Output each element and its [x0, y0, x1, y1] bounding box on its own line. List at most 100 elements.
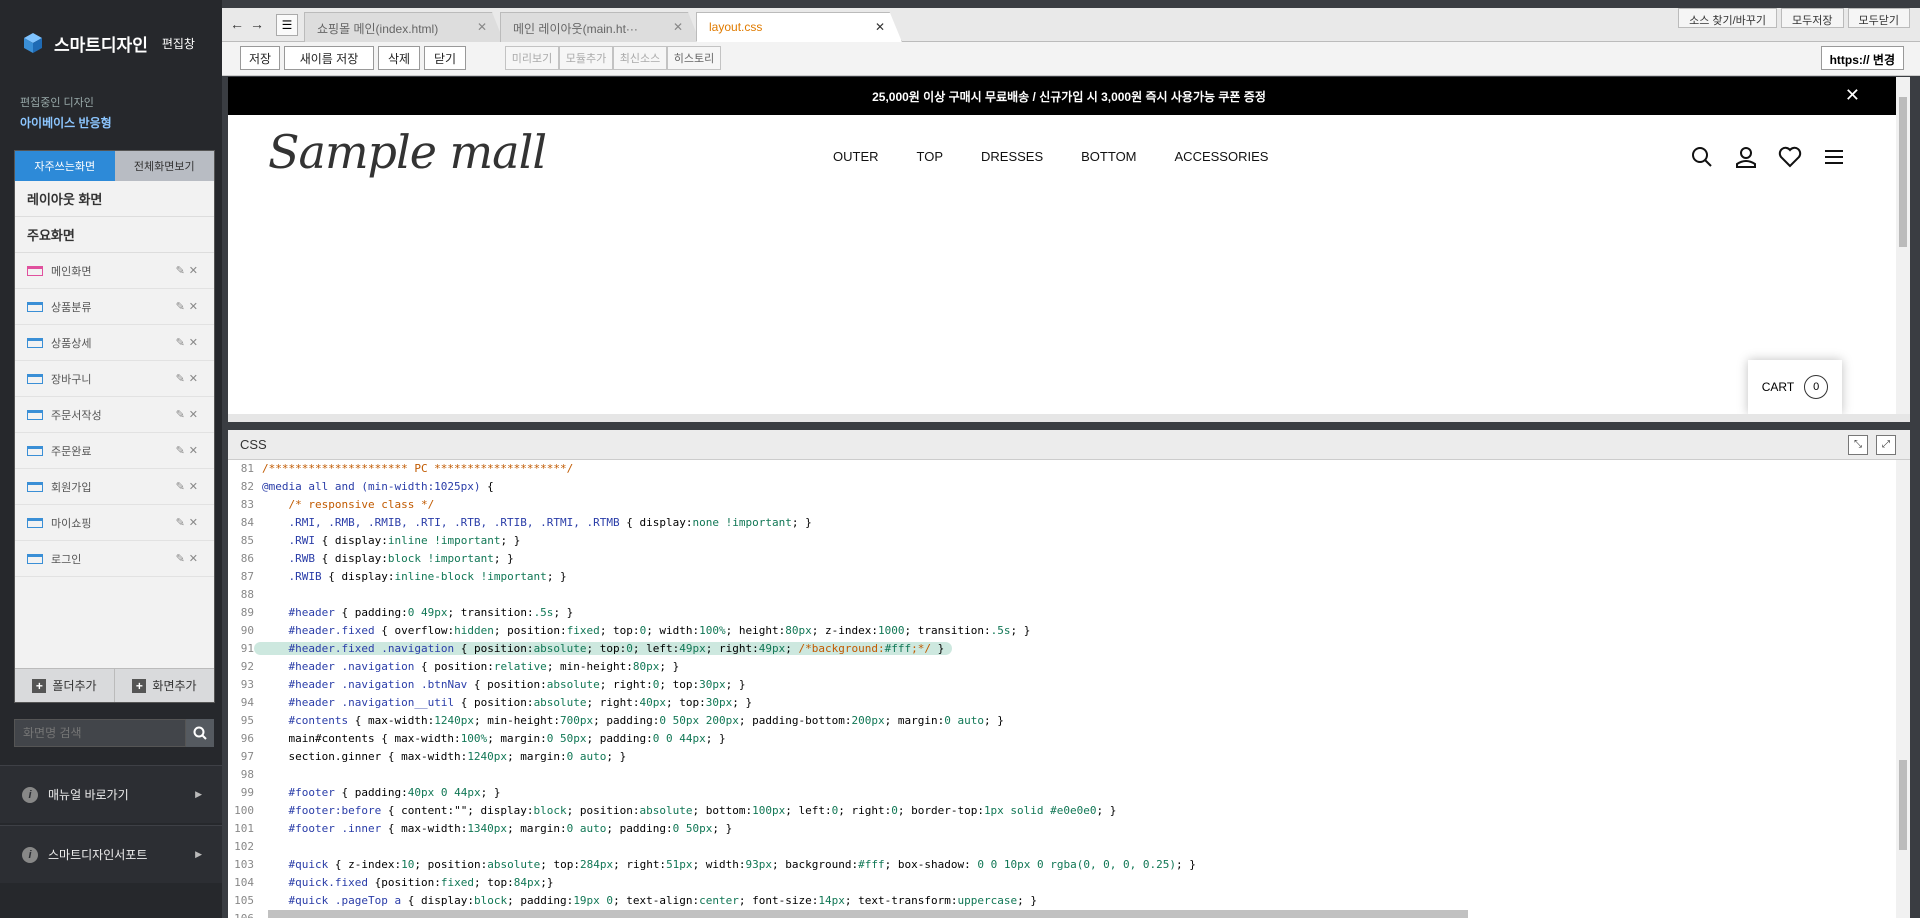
code-line[interactable]: 101 #footer .inner { max-width:1340px; m… — [228, 820, 1896, 838]
edit-delete-icons[interactable]: ✎✕ — [176, 264, 202, 277]
file-tab-label: layout.css — [709, 20, 763, 34]
file-tab-index[interactable]: 쇼핑몰 메인(index.html) ✕ — [304, 12, 504, 42]
close-button[interactable]: 닫기 — [424, 46, 466, 70]
menu-item-outer[interactable]: OUTER — [833, 149, 879, 164]
code-line[interactable]: 102 — [228, 838, 1896, 856]
tab-all-screens[interactable]: 전체화면보기 — [114, 151, 214, 181]
code-line[interactable]: 94 #header .navigation__util { position:… — [228, 694, 1896, 712]
quick-cart[interactable]: CART 0 — [1748, 360, 1842, 414]
code-line[interactable]: 88 — [228, 586, 1896, 604]
code-line[interactable]: 81 /********************* PC ************… — [228, 460, 1896, 478]
history-button[interactable]: 히스토리 — [667, 46, 721, 70]
code-line[interactable]: 83 /* responsive class */ — [228, 496, 1896, 514]
code-line[interactable]: 99 #footer { padding:40px 0 44px; } — [228, 784, 1896, 802]
code-scrollbar[interactable] — [1896, 460, 1910, 918]
code-line[interactable]: 95 #contents { max-width:1240px; min-hei… — [228, 712, 1896, 730]
edit-delete-icons[interactable]: ✎✕ — [176, 300, 202, 313]
support-link[interactable]: i 스마트디자인서포트 ▶ — [0, 825, 222, 883]
save-as-button[interactable]: 새이름 저장 — [284, 46, 374, 70]
page-icon — [27, 301, 43, 312]
preview-button[interactable]: 미리보기 — [505, 46, 559, 70]
list-item[interactable]: 장바구니 ✎✕ — [15, 361, 214, 397]
code-line[interactable]: 84 .RMI, .RMB, .RMIB, .RTI, .RTB, .RTIB,… — [228, 514, 1896, 532]
search-button[interactable] — [186, 719, 214, 747]
edit-delete-icons[interactable]: ✎✕ — [176, 516, 202, 529]
code-line[interactable]: 87 .RWIB { display:inline-block !importa… — [228, 568, 1896, 586]
screen-list-panel: 자주쓰는화면 전체화면보기 레이아웃 화면 주요화면 메인화면 ✎✕ 상품분류 ✎✕… — [14, 150, 215, 703]
code-line[interactable]: 97 section.ginner { max-width:1240px; ma… — [228, 748, 1896, 766]
code-line[interactable]: 91 #header.fixed .navigation { position:… — [228, 640, 1896, 658]
code-line[interactable]: 98 — [228, 766, 1896, 784]
add-folder-button[interactable]: + 폴더추가 — [15, 669, 115, 702]
close-all-button[interactable]: 모두닫기 — [1847, 8, 1910, 28]
list-item[interactable]: 상품분류 ✎✕ — [15, 289, 214, 325]
list-item[interactable]: 주문완료 ✎✕ — [15, 433, 214, 469]
find-replace-button[interactable]: 소스 찾기/바꾸기 — [1678, 8, 1778, 28]
heart-icon[interactable] — [1778, 145, 1802, 169]
code-text: #header { padding:0 49px; transition:.5s… — [288, 606, 574, 619]
list-item[interactable]: 마이쇼핑 ✎✕ — [15, 505, 214, 541]
code-line[interactable]: 96 main#contents { max-width:100%; margi… — [228, 730, 1896, 748]
code-line[interactable]: 92 #header .navigation { position:relati… — [228, 658, 1896, 676]
file-tab-main[interactable]: 메인 레이아웃(main.ht··· ✕ — [500, 12, 700, 42]
list-icon[interactable]: ☰ — [276, 14, 298, 36]
edit-delete-icons[interactable]: ✎✕ — [176, 480, 202, 493]
edit-delete-icons[interactable]: ✎✕ — [176, 336, 202, 349]
search-icon[interactable] — [1690, 145, 1714, 169]
edit-delete-icons[interactable]: ✎✕ — [176, 552, 202, 565]
code-line[interactable]: 90 #header.fixed { overflow:hidden; posi… — [228, 622, 1896, 640]
file-tab-layout-css[interactable]: layout.css ✕ — [696, 12, 902, 42]
add-screen-button[interactable]: + 화면추가 — [115, 669, 214, 702]
manual-link[interactable]: i 매뉴얼 바로가기 ▶ — [0, 765, 222, 823]
screen-search-input[interactable] — [14, 719, 186, 747]
section-layout[interactable]: 레이아웃 화면 — [15, 181, 214, 217]
code-line[interactable]: 82 @media all and (min-width:1025px) { — [228, 478, 1896, 496]
code-hscrollbar[interactable] — [268, 910, 1468, 918]
edit-delete-icons[interactable]: ✎✕ — [176, 444, 202, 457]
menu-item-dresses[interactable]: DRESSES — [981, 149, 1043, 164]
save-all-button[interactable]: 모두저장 — [1781, 8, 1844, 28]
edit-delete-icons[interactable]: ✎✕ — [176, 408, 202, 421]
preview-scrollbar[interactable] — [1896, 77, 1910, 414]
code-line[interactable]: 105 #quick .pageTop a { display:block; p… — [228, 892, 1896, 910]
close-icon[interactable]: ✕ — [477, 20, 487, 34]
delete-button[interactable]: 삭제 — [378, 46, 420, 70]
list-item[interactable]: 메인화면 ✎✕ — [15, 253, 214, 289]
hamburger-icon[interactable] — [1822, 145, 1846, 169]
code-line[interactable]: 103 #quick { z-index:10; position:absolu… — [228, 856, 1896, 874]
list-item[interactable]: 로그인 ✎✕ — [15, 541, 214, 577]
code-area[interactable]: 81 /********************* PC ************… — [228, 460, 1896, 918]
close-icon[interactable]: ✕ — [875, 20, 885, 34]
collapse-icon[interactable]: ⤡ — [1848, 435, 1868, 455]
close-icon[interactable]: ✕ — [673, 20, 683, 34]
page-icon — [27, 337, 43, 348]
list-item[interactable]: 주문서작성 ✎✕ — [15, 397, 214, 433]
scrollbar-thumb[interactable] — [1899, 97, 1907, 247]
site-logo[interactable]: Sample mall — [268, 125, 547, 179]
scrollbar-thumb[interactable] — [1899, 760, 1907, 850]
list-item[interactable]: 회원가입 ✎✕ — [15, 469, 214, 505]
code-line[interactable]: 85 .RWI { display:inline !important; } — [228, 532, 1896, 550]
section-main[interactable]: 주요화면 — [15, 217, 214, 253]
close-icon[interactable]: ✕ — [1845, 85, 1860, 106]
code-line[interactable]: 86 .RWB { display:block !important; } — [228, 550, 1896, 568]
https-change-button[interactable]: https:// 변경 — [1820, 46, 1904, 70]
history-nav[interactable]: ←→ — [230, 16, 270, 32]
menu-item-accessories[interactable]: ACCESSORIES — [1175, 149, 1269, 164]
tab-frequent[interactable]: 자주쓰는화면 — [15, 151, 115, 181]
menu-item-top[interactable]: TOP — [917, 149, 944, 164]
panel-splitter[interactable] — [228, 414, 1910, 422]
current-design-name[interactable]: 아이베이스 반응형 — [20, 114, 202, 131]
expand-icon[interactable]: ⤢ — [1876, 435, 1896, 455]
code-line[interactable]: 100 #footer:before { content:""; display… — [228, 802, 1896, 820]
list-item[interactable]: 상품상세 ✎✕ — [15, 325, 214, 361]
menu-item-bottom[interactable]: BOTTOM — [1081, 149, 1136, 164]
latest-source-button[interactable]: 최신소스 — [613, 46, 667, 70]
code-line[interactable]: 104 #quick.fixed {position:fixed; top:84… — [228, 874, 1896, 892]
save-button[interactable]: 저장 — [240, 46, 280, 70]
code-line[interactable]: 93 #header .navigation .btnNav { positio… — [228, 676, 1896, 694]
code-line[interactable]: 89 #header { padding:0 49px; transition:… — [228, 604, 1896, 622]
module-add-button[interactable]: 모듈추가 — [559, 46, 613, 70]
edit-delete-icons[interactable]: ✎✕ — [176, 372, 202, 385]
user-icon[interactable] — [1734, 145, 1758, 169]
